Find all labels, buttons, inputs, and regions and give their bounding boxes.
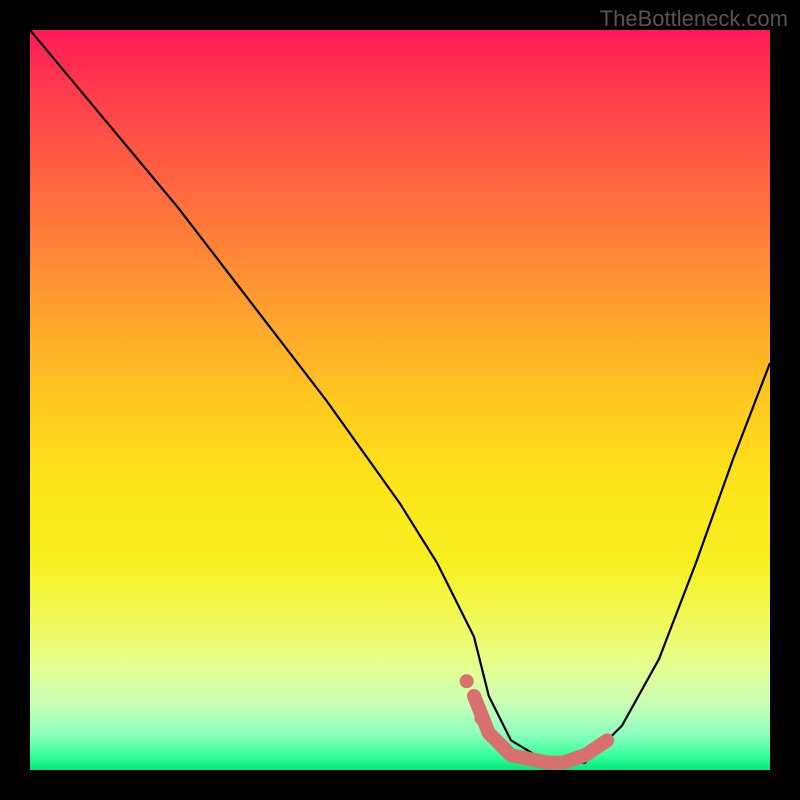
chart-area <box>30 30 770 770</box>
highlight-point <box>460 674 474 688</box>
main-curve-line <box>30 30 770 763</box>
chart-svg <box>30 30 770 770</box>
watermark-text: TheBottleneck.com <box>600 6 788 32</box>
highlight-point <box>474 711 488 725</box>
